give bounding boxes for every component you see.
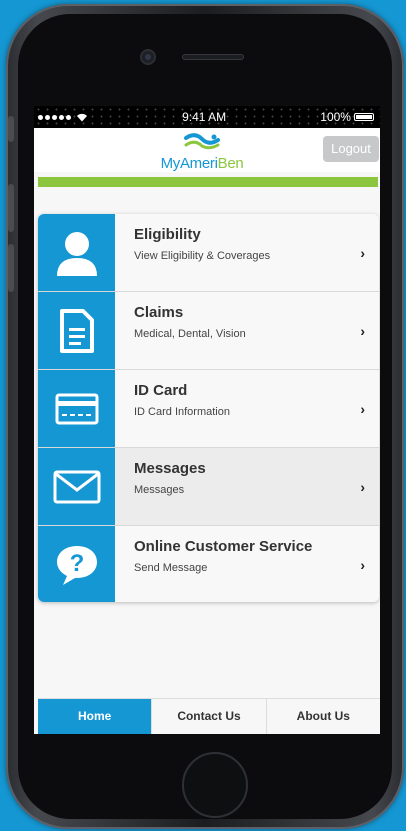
chevron-right-icon: › <box>360 245 365 261</box>
menu-item-subtitle: ID Card Information <box>134 406 230 418</box>
tab-about-us[interactable]: About Us <box>267 699 380 734</box>
app-screen: 9:41 AM 100% MyAmeriBen Logout Eligibili… <box>34 106 380 734</box>
front-camera <box>142 51 154 63</box>
home-button[interactable] <box>182 752 248 818</box>
logo-my: My <box>160 155 181 172</box>
volume-up-button <box>8 184 14 232</box>
app-header: MyAmeriBen Logout <box>34 128 380 172</box>
header-accent-bar <box>38 177 378 187</box>
earpiece-speaker <box>182 54 244 60</box>
tab-home[interactable]: Home <box>38 699 153 734</box>
status-bar: 9:41 AM 100% <box>34 106 380 128</box>
menu-item-subtitle: Messages <box>134 484 185 496</box>
battery-icon <box>353 113 374 121</box>
mute-switch <box>8 116 14 142</box>
wifi-icon <box>77 113 87 121</box>
envelope-icon <box>53 470 100 503</box>
menu-item-claims[interactable]: Claims Medical, Dental, Vision › <box>38 292 379 370</box>
signal-icon <box>38 113 88 122</box>
menu-item-subtitle: View Eligibility & Coverages <box>134 250 271 262</box>
battery-percent: 100% <box>320 110 351 124</box>
person-icon <box>56 231 97 276</box>
menu-item-id-card[interactable]: ID Card ID Card Information › <box>38 370 379 448</box>
document-icon <box>59 308 94 353</box>
menu-item-subtitle: Medical, Dental, Vision <box>134 328 246 340</box>
logo-ameri: Ameri <box>179 155 218 172</box>
menu-item-online-customer-service[interactable]: ? Online Customer Service Send Message › <box>38 526 379 602</box>
menu-item-title: Online Customer Service <box>134 538 313 555</box>
myameriben-logo: MyAmeriBen <box>152 133 252 172</box>
chevron-right-icon: › <box>360 557 365 573</box>
menu-item-messages[interactable]: Messages Messages › <box>38 448 379 526</box>
chevron-right-icon: › <box>360 401 365 417</box>
menu-item-title: Claims <box>134 304 184 321</box>
chevron-right-icon: › <box>360 479 365 495</box>
menu-item-title: ID Card <box>134 382 188 399</box>
logo-ben: Ben <box>217 155 244 172</box>
tab-contact-us[interactable]: Contact Us <box>152 699 267 734</box>
menu-item-eligibility[interactable]: Eligibility View Eligibility & Coverages… <box>38 214 379 292</box>
menu-item-subtitle: Send Message <box>134 562 208 574</box>
id-card-icon <box>55 393 98 424</box>
menu-item-title: Messages <box>134 460 206 477</box>
logo-wave-icon <box>184 133 220 150</box>
chevron-right-icon: › <box>360 323 365 339</box>
volume-down-button <box>8 244 14 292</box>
question-bubble-icon: ? <box>56 545 97 585</box>
logout-button[interactable]: Logout <box>323 136 379 162</box>
menu-item-title: Eligibility <box>134 226 201 243</box>
main-menu: Eligibility View Eligibility & Coverages… <box>38 214 379 602</box>
svg-text:?: ? <box>69 550 84 577</box>
status-time: 9:41 AM <box>182 110 227 124</box>
bottom-tab-bar: Home Contact Us About Us <box>38 698 380 734</box>
